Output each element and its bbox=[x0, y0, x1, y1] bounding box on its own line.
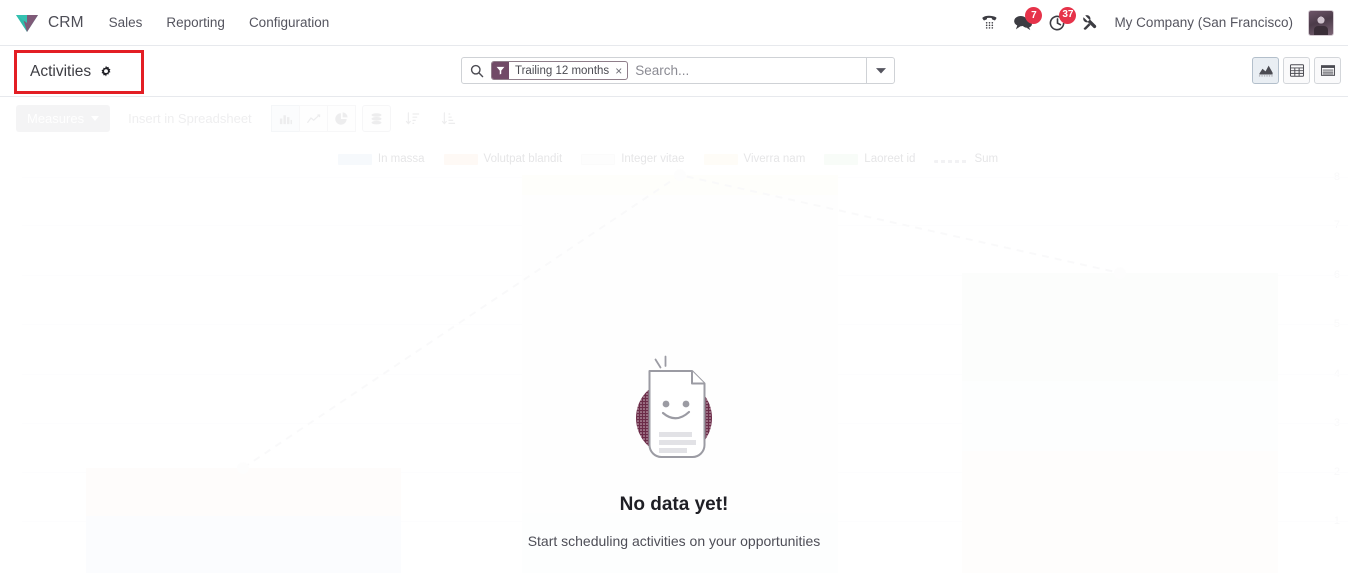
graph-chart-icon bbox=[1258, 65, 1273, 77]
legend-label: Integer vitae bbox=[621, 153, 685, 165]
view-button-list[interactable] bbox=[1314, 57, 1341, 84]
messages-counter[interactable]: 7 bbox=[1013, 7, 1043, 31]
odoo-logo-icon bbox=[14, 12, 40, 34]
list-view-icon bbox=[1320, 65, 1335, 76]
search-facet-trailing-12-months[interactable]: Trailing 12 months × bbox=[491, 61, 629, 80]
legend-swatch bbox=[934, 159, 969, 163]
legend-label: Sum bbox=[974, 153, 999, 165]
search-input[interactable] bbox=[635, 63, 866, 78]
stacked-layers-icon bbox=[371, 112, 382, 124]
odoo-crm-activities-screen: CRM Sales Reporting Configuration 7 37 M… bbox=[0, 0, 1348, 573]
brand-home-link[interactable]: CRM bbox=[14, 12, 84, 34]
measures-dropdown-button[interactable]: Measures bbox=[16, 105, 111, 132]
legend-item[interactable]: Volutpat blandit bbox=[443, 153, 563, 165]
graph-toolbar: Measures Insert in Spreadsheet bbox=[16, 105, 462, 132]
legend-swatch bbox=[824, 153, 859, 165]
legend-swatch bbox=[443, 153, 478, 165]
line-chart-button[interactable] bbox=[298, 105, 328, 132]
sort-ascending-button[interactable] bbox=[434, 105, 463, 132]
legend-swatch bbox=[581, 153, 616, 165]
legend-swatch bbox=[337, 153, 372, 165]
pie-chart-button[interactable] bbox=[326, 105, 356, 132]
company-switcher[interactable]: My Company (San Francisco) bbox=[1114, 15, 1293, 30]
legend-item[interactable]: Viverra nam bbox=[703, 153, 806, 165]
pie-chart-icon bbox=[334, 111, 348, 125]
chevron-down-icon bbox=[91, 116, 100, 121]
navbar-menu: Sales Reporting Configuration bbox=[108, 11, 331, 34]
nav-item-configuration[interactable]: Configuration bbox=[248, 11, 330, 34]
view-button-pivot[interactable] bbox=[1283, 57, 1310, 84]
legend-label: Volutpat blandit bbox=[483, 153, 563, 165]
sort-descending-button[interactable] bbox=[398, 105, 427, 132]
nav-item-sales[interactable]: Sales bbox=[108, 11, 144, 34]
insert-in-spreadsheet-button[interactable]: Insert in Spreadsheet bbox=[128, 111, 252, 126]
view-switcher bbox=[1252, 57, 1341, 84]
legend-label: Laoreet id bbox=[864, 153, 916, 165]
facet-label: Trailing 12 months bbox=[515, 64, 610, 77]
facet-remove-button[interactable]: × bbox=[613, 62, 627, 79]
navbar-systray: 7 37 My Company (San Francisco) bbox=[981, 6, 1338, 36]
bar-chart-button[interactable] bbox=[270, 105, 300, 132]
activities-badge: 37 bbox=[1059, 6, 1077, 24]
legend-item[interactable]: Integer vitae bbox=[581, 153, 685, 165]
brand-name: CRM bbox=[48, 13, 84, 31]
messages-badge: 7 bbox=[1025, 7, 1043, 24]
activities-counter[interactable]: 37 bbox=[1048, 6, 1077, 32]
search-dropdown-toggle[interactable] bbox=[866, 58, 894, 83]
wrench-icon[interactable] bbox=[1082, 14, 1099, 31]
user-avatar-icon[interactable] bbox=[1308, 9, 1334, 36]
nav-item-reporting[interactable]: Reporting bbox=[165, 11, 226, 34]
legend-swatch bbox=[703, 153, 738, 165]
legend-label: Viverra nam bbox=[743, 153, 806, 165]
measures-label: Measures bbox=[27, 111, 85, 126]
bar-chart-icon bbox=[279, 114, 292, 124]
sort-asc-icon bbox=[441, 112, 455, 125]
legend-item[interactable]: Sum bbox=[934, 153, 998, 165]
search-view: Trailing 12 months × bbox=[461, 57, 895, 84]
legend-label: In massa bbox=[377, 153, 425, 165]
sum-trend-line bbox=[237, 169, 1126, 474]
line-chart-icon bbox=[306, 113, 320, 123]
legend-item[interactable]: In massa bbox=[337, 153, 425, 165]
top-navbar: CRM Sales Reporting Configuration 7 37 M… bbox=[0, 0, 1348, 46]
filter-funnel-icon bbox=[492, 62, 509, 79]
stacked-toggle-button[interactable] bbox=[361, 105, 391, 132]
view-button-graph[interactable] bbox=[1252, 57, 1279, 84]
chart-legend: In massa Volutpat blandit Integer vitae … bbox=[0, 153, 1348, 165]
breadcrumb-highlight-annotation: Activities bbox=[14, 50, 144, 94]
sort-desc-icon bbox=[405, 112, 419, 125]
legend-item[interactable]: Laoreet id bbox=[824, 153, 915, 165]
chart-type-group bbox=[270, 105, 356, 132]
pivot-table-icon bbox=[1289, 64, 1304, 77]
magnifier-icon bbox=[470, 64, 484, 78]
control-panel: Activities Trailing 12 months × Search..… bbox=[0, 46, 1348, 97]
chart-plot-area: 8 7 6 5 4 3 2 1 bbox=[0, 165, 1348, 573]
page-title[interactable]: Activities bbox=[30, 63, 91, 81]
phone-keypad-icon[interactable] bbox=[981, 14, 998, 31]
graph-view-area: Measures Insert in Spreadsheet In massa … bbox=[0, 97, 1348, 573]
gear-icon[interactable] bbox=[99, 65, 113, 79]
